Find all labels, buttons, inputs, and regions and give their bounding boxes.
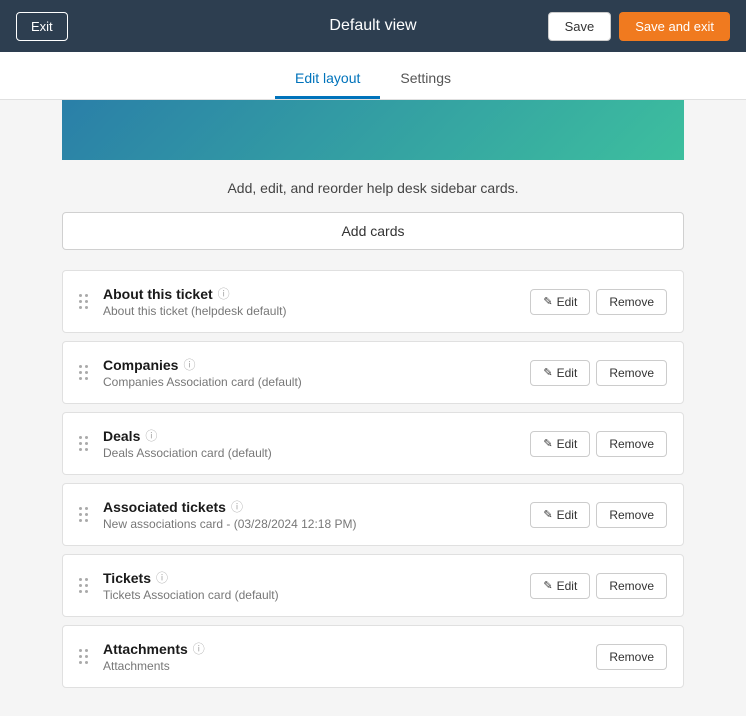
- card-subtitle: Tickets Association card (default): [103, 588, 518, 602]
- add-cards-button[interactable]: Add cards: [62, 212, 684, 250]
- info-icon[interactable]: ⓘ: [145, 427, 157, 444]
- drag-handle[interactable]: [79, 436, 91, 451]
- card-item: About this ticket ⓘ About this ticket (h…: [62, 270, 684, 333]
- card-item: Associated tickets ⓘ New associations ca…: [62, 483, 684, 546]
- main-content: Add, edit, and reorder help desk sidebar…: [0, 160, 746, 716]
- save-and-exit-button[interactable]: Save and exit: [619, 12, 730, 41]
- card-info: Companies ⓘ Companies Association card (…: [103, 356, 518, 389]
- card-actions: ✎Edit Remove: [530, 502, 667, 528]
- card-subtitle: Deals Association card (default): [103, 446, 518, 460]
- remove-button[interactable]: Remove: [596, 431, 667, 457]
- tabs: Edit layout Settings: [0, 52, 746, 100]
- drag-handle[interactable]: [79, 507, 91, 522]
- remove-button[interactable]: Remove: [596, 289, 667, 315]
- remove-button[interactable]: Remove: [596, 360, 667, 386]
- card-name: Companies: [103, 357, 178, 373]
- info-icon[interactable]: ⓘ: [156, 569, 168, 586]
- card-actions: ✎Edit Remove: [530, 289, 667, 315]
- info-icon[interactable]: ⓘ: [218, 285, 230, 302]
- drag-handle[interactable]: [79, 649, 91, 664]
- edit-button[interactable]: ✎Edit: [530, 360, 590, 386]
- drag-handle[interactable]: [79, 294, 91, 309]
- card-actions: ✎Edit Remove: [530, 573, 667, 599]
- exit-button[interactable]: Exit: [16, 12, 68, 41]
- card-actions: ✎Edit Remove: [530, 360, 667, 386]
- drag-handle[interactable]: [79, 365, 91, 380]
- card-actions: Remove: [596, 644, 667, 670]
- remove-button[interactable]: Remove: [596, 644, 667, 670]
- info-icon[interactable]: ⓘ: [193, 640, 205, 657]
- info-icon[interactable]: ⓘ: [231, 498, 243, 515]
- info-icon[interactable]: ⓘ: [183, 356, 195, 373]
- card-item: Deals ⓘ Deals Association card (default)…: [62, 412, 684, 475]
- hero-banner: [62, 100, 684, 160]
- card-item: Attachments ⓘ Attachments Remove: [62, 625, 684, 688]
- drag-handle[interactable]: [79, 578, 91, 593]
- tab-edit-layout[interactable]: Edit layout: [275, 60, 380, 99]
- card-info: About this ticket ⓘ About this ticket (h…: [103, 285, 518, 318]
- card-item: Tickets ⓘ Tickets Association card (defa…: [62, 554, 684, 617]
- tab-settings[interactable]: Settings: [380, 60, 471, 99]
- card-info: Deals ⓘ Deals Association card (default): [103, 427, 518, 460]
- card-name: About this ticket: [103, 286, 213, 302]
- pencil-icon: ✎: [543, 508, 552, 521]
- edit-button[interactable]: ✎Edit: [530, 289, 590, 315]
- pencil-icon: ✎: [543, 366, 552, 379]
- edit-button[interactable]: ✎Edit: [530, 573, 590, 599]
- pencil-icon: ✎: [543, 295, 552, 308]
- header: Exit Default view Save Save and exit: [0, 0, 746, 52]
- remove-button[interactable]: Remove: [596, 573, 667, 599]
- page-title: Default view: [329, 17, 416, 35]
- edit-button[interactable]: ✎Edit: [530, 431, 590, 457]
- card-subtitle: New associations card - (03/28/2024 12:1…: [103, 517, 518, 531]
- description-text: Add, edit, and reorder help desk sidebar…: [62, 180, 684, 196]
- edit-button[interactable]: ✎Edit: [530, 502, 590, 528]
- pencil-icon: ✎: [543, 579, 552, 592]
- card-name: Tickets: [103, 570, 151, 586]
- header-actions: Save Save and exit: [548, 12, 730, 41]
- save-button[interactable]: Save: [548, 12, 612, 41]
- card-name: Associated tickets: [103, 499, 226, 515]
- card-info: Tickets ⓘ Tickets Association card (defa…: [103, 569, 518, 602]
- card-subtitle: Attachments: [103, 659, 584, 673]
- card-actions: ✎Edit Remove: [530, 431, 667, 457]
- card-item: Companies ⓘ Companies Association card (…: [62, 341, 684, 404]
- card-subtitle: Companies Association card (default): [103, 375, 518, 389]
- card-info: Attachments ⓘ Attachments: [103, 640, 584, 673]
- card-info: Associated tickets ⓘ New associations ca…: [103, 498, 518, 531]
- remove-button[interactable]: Remove: [596, 502, 667, 528]
- pencil-icon: ✎: [543, 437, 552, 450]
- card-name: Deals: [103, 428, 140, 444]
- card-subtitle: About this ticket (helpdesk default): [103, 304, 518, 318]
- cards-list: About this ticket ⓘ About this ticket (h…: [62, 270, 684, 688]
- card-name: Attachments: [103, 641, 188, 657]
